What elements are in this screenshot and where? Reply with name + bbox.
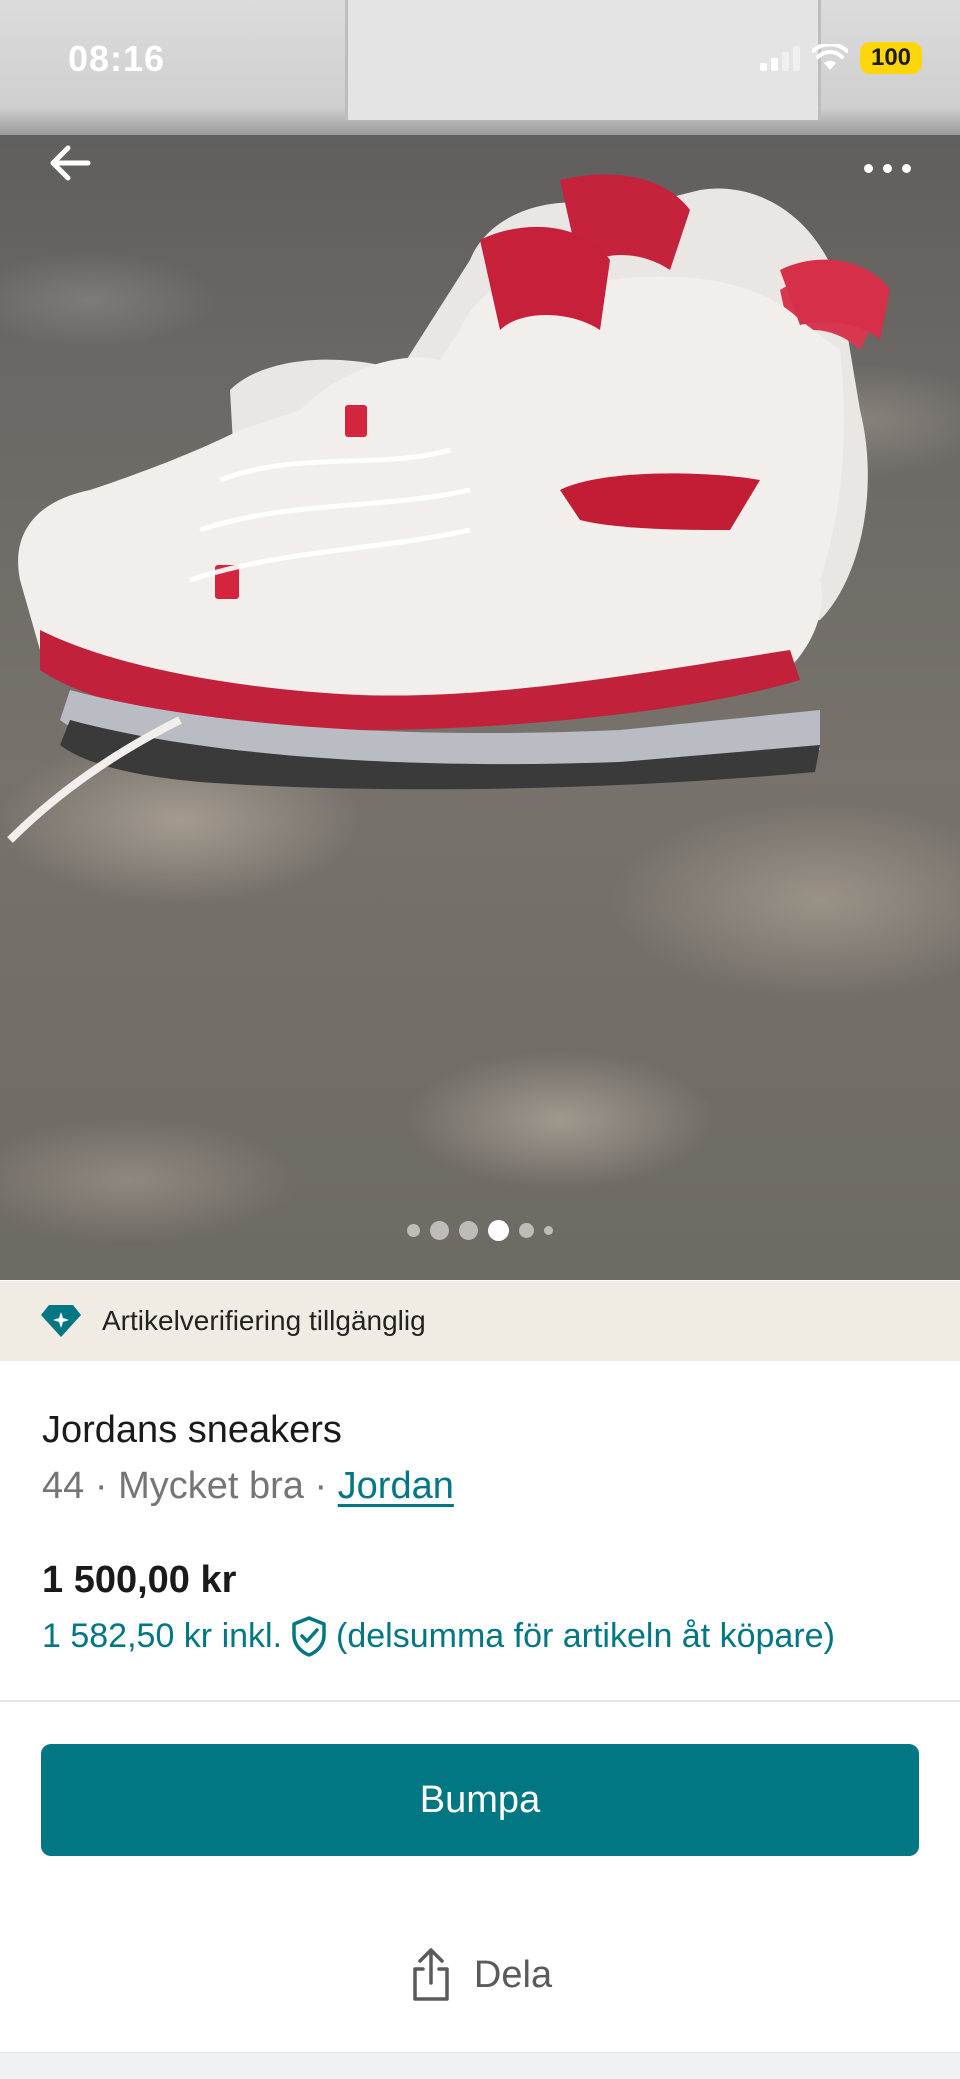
price-incl-note: (delsumma för artikeln åt köpare) [336, 1616, 835, 1655]
gallery-dot-active[interactable] [488, 1220, 509, 1241]
brand-link[interactable]: Jordan [338, 1465, 454, 1507]
battery-indicator: 100 [860, 42, 922, 74]
gallery-dot[interactable] [544, 1226, 553, 1235]
share-button[interactable]: Dela [0, 1940, 960, 2010]
item-details: Jordans sneakers 44 · Mycket bra · Jorda… [0, 1361, 960, 1701]
share-icon [413, 1948, 449, 2001]
more-dot-icon [863, 163, 873, 173]
section-divider [0, 1700, 960, 1702]
gallery-dot[interactable] [519, 1223, 534, 1238]
more-dot-icon [882, 163, 892, 173]
verification-banner[interactable]: Artikelverifiering tillgänglig [0, 1281, 960, 1361]
item-price: 1 500,00 kr [42, 1559, 237, 1601]
item-condition: Mycket bra [118, 1465, 304, 1507]
separator: · [303, 1465, 338, 1507]
status-bar: 08:16 100 [0, 0, 960, 118]
item-size: 44 [42, 1465, 85, 1507]
gallery-dot[interactable] [407, 1224, 420, 1237]
status-icons: 100 [760, 42, 922, 74]
share-label: Dela [473, 1953, 553, 1996]
item-subtitle: 44 · Mycket bra · Jordan [42, 1465, 454, 1508]
sneakers-image [7, 174, 890, 843]
price-incl-protection[interactable]: 1 582,50 kr inkl. (delsumma för artikeln… [42, 1615, 835, 1657]
back-button[interactable] [42, 138, 102, 188]
status-time: 08:16 [68, 38, 166, 79]
shield-check-icon [292, 1616, 326, 1657]
wifi-icon [812, 44, 848, 70]
arrow-left-icon [50, 145, 91, 181]
cellular-signal-icon [760, 45, 800, 71]
gallery-pagination [0, 1220, 960, 1241]
price-incl-value: 1 582,50 kr inkl. [42, 1616, 283, 1655]
gallery-dot[interactable] [459, 1221, 478, 1240]
more-options-button[interactable] [852, 148, 922, 188]
gallery-dot[interactable] [430, 1221, 449, 1240]
more-dot-icon [901, 163, 911, 173]
separator: · [84, 1465, 119, 1507]
item-photo[interactable] [0, 0, 960, 1280]
bottom-bar-edge [0, 2052, 960, 2079]
bump-button[interactable]: Bumpa [41, 1744, 919, 1856]
verification-text: Artikelverifiering tillgänglig [102, 1305, 426, 1336]
item-title: Jordans sneakers [42, 1409, 342, 1451]
diamond-icon [41, 1305, 81, 1337]
